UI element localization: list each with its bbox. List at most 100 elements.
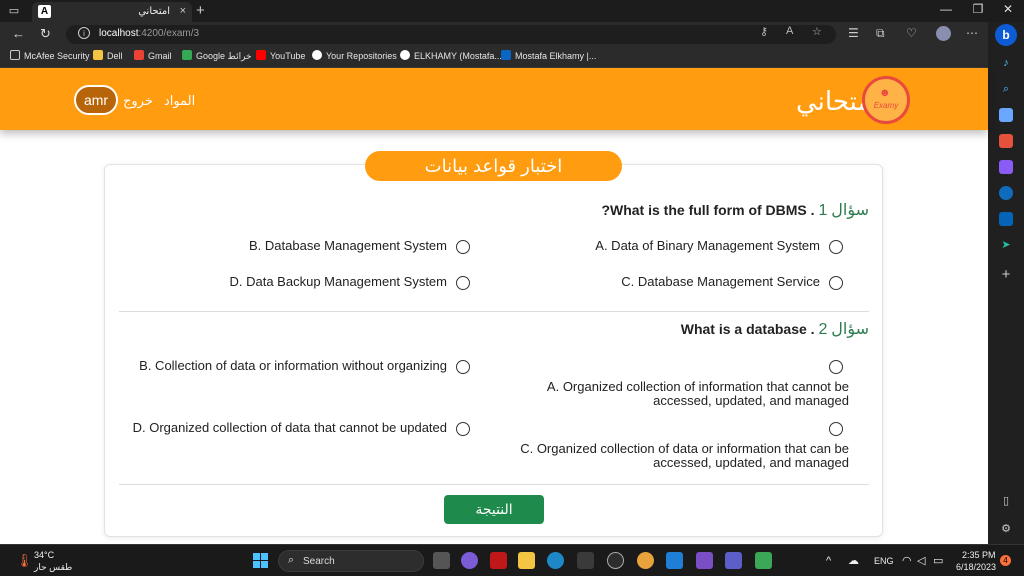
outlook-icon[interactable] <box>999 212 1013 226</box>
battery-icon[interactable]: ▭ <box>933 554 943 567</box>
copilot-icon[interactable] <box>999 186 1013 200</box>
bookmark-item[interactable]: Dell <box>93 50 123 61</box>
github-icon <box>312 50 322 60</box>
bookmark-item[interactable]: Your Repositories <box>312 50 397 61</box>
key-icon[interactable]: ⚷ <box>760 25 768 38</box>
new-tab-button[interactable]: + <box>196 2 205 19</box>
tab-close-icon[interactable]: × <box>180 5 186 17</box>
question-number: 2 <box>818 321 828 338</box>
q2-option-d-text: D. Organized collection of data that can… <box>132 420 447 435</box>
add-icon[interactable]: + <box>999 267 1013 282</box>
tag-icon[interactable] <box>999 108 1013 122</box>
chrome-icon[interactable] <box>637 552 654 569</box>
bookmark-item[interactable]: Gmail <box>134 50 172 61</box>
thermometer-icon[interactable]: 🌡 <box>16 553 33 569</box>
snipping-icon[interactable] <box>755 552 772 569</box>
edge-icon[interactable] <box>547 552 564 569</box>
q1-option-a-radio[interactable] <box>829 240 843 254</box>
notification-bell-icon[interactable]: ♪ <box>999 56 1013 70</box>
bookmarks-bar: McAfee Security Dell Gmail Google خرائط … <box>0 46 988 68</box>
teams-icon[interactable] <box>725 552 742 569</box>
sidebar-layout-icon[interactable]: ▯ <box>999 494 1013 508</box>
visual-studio-icon[interactable] <box>696 552 713 569</box>
volume-icon[interactable]: ◁ <box>917 554 925 567</box>
url-field[interactable]: i localhost:4200/exam/3 <box>66 25 836 44</box>
taskbar-search[interactable]: ⌕ Search <box>278 550 424 572</box>
result-button[interactable]: النتيجة <box>444 495 544 524</box>
back-arrow-icon[interactable]: ← <box>12 26 25 41</box>
question-1-heading: ?What is the full form of DBMS . 1 سؤال <box>601 200 869 220</box>
q1-option-c-text: C. Database Management Service <box>621 274 820 289</box>
question-text: ?What is the full form of DBMS . <box>601 202 815 218</box>
browser-tab[interactable]: A امتحاني × <box>32 2 192 22</box>
task-view-icon[interactable] <box>433 552 450 569</box>
nav-logout-link[interactable]: خروج <box>123 93 153 109</box>
dell-icon[interactable] <box>607 552 624 569</box>
settings-gear-icon[interactable]: ⚙ <box>999 522 1013 536</box>
refresh-icon[interactable]: ↻ <box>40 26 51 42</box>
bookmark-label: Your Repositories <box>326 51 397 61</box>
vscode-icon[interactable] <box>666 552 683 569</box>
search-icon[interactable]: ⌕ <box>999 82 1013 96</box>
nav-subjects-link[interactable]: المواد <box>164 93 195 109</box>
weather-temperature[interactable]: 34°C <box>34 550 54 560</box>
q2-option-a-radio[interactable] <box>829 360 843 374</box>
mcafee-icon[interactable] <box>490 552 507 569</box>
bookmark-item[interactable]: Google خرائط <box>182 50 252 62</box>
favorites-list-icon[interactable]: ☰ <box>848 26 859 40</box>
chat-icon[interactable] <box>461 552 478 569</box>
question-label: سؤال <box>831 202 869 219</box>
clock-date[interactable]: 6/18/2023 <box>956 562 996 572</box>
q1-option-b-radio[interactable] <box>456 240 470 254</box>
tab-title: امتحاني <box>138 6 170 17</box>
wifi-icon[interactable]: ◠ <box>902 554 912 567</box>
bookmark-label: Dell <box>107 51 123 61</box>
github-icon <box>400 50 410 60</box>
minimize-icon[interactable]: — <box>936 2 956 16</box>
logo-face-icon: ☻ <box>879 87 891 99</box>
weather-condition[interactable]: طقس حار <box>34 562 72 573</box>
youtube-icon <box>256 50 266 60</box>
more-menu-icon[interactable]: ⋯ <box>966 26 978 40</box>
q1-option-d-radio[interactable] <box>456 276 470 290</box>
bookmark-item[interactable]: Mostafa Elkhamy |... <box>501 50 596 61</box>
brand-logo[interactable]: ☻ Examy <box>862 76 910 124</box>
send-icon[interactable]: ➤ <box>999 238 1013 252</box>
exam-title: اختبار قواعد بيانات <box>365 151 622 181</box>
bookmark-item[interactable]: YouTube <box>256 50 305 61</box>
question-divider <box>119 311 869 312</box>
maximize-icon[interactable]: ❐ <box>968 2 988 16</box>
window-close-icon[interactable]: ✕ <box>998 2 1018 16</box>
notification-badge[interactable]: 4 <box>1000 555 1011 566</box>
favorite-star-icon[interactable]: ☆ <box>812 25 822 38</box>
site-info-icon[interactable]: i <box>78 27 90 39</box>
language-indicator[interactable]: ENG <box>874 556 894 566</box>
store-icon[interactable] <box>577 552 594 569</box>
tray-chevron-icon[interactable]: ^ <box>826 555 831 567</box>
gmail-icon <box>134 50 144 60</box>
bookmark-item[interactable]: ELKHAMY (Mostafa... <box>400 50 502 61</box>
question-label: سؤال <box>831 321 869 338</box>
q2-option-d-radio[interactable] <box>456 422 470 436</box>
bing-icon[interactable]: b <box>995 24 1017 46</box>
q2-option-c-radio[interactable] <box>829 422 843 436</box>
file-explorer-icon[interactable] <box>518 552 535 569</box>
profile-avatar[interactable] <box>936 26 951 41</box>
clock-time[interactable]: 2:35 PM <box>962 550 996 560</box>
collections-icon[interactable]: ⧉ <box>876 26 885 41</box>
search-magnifier-icon: ⌕ <box>288 554 295 566</box>
games-icon[interactable] <box>999 160 1013 174</box>
q2-option-b-radio[interactable] <box>456 360 470 374</box>
tools-icon[interactable] <box>999 134 1013 148</box>
q1-option-c-radio[interactable] <box>829 276 843 290</box>
start-button[interactable] <box>253 553 269 569</box>
url-host: localhost <box>99 28 139 39</box>
bookmark-label: Gmail <box>148 51 172 61</box>
read-aloud-icon[interactable]: A <box>786 25 793 37</box>
tab-actions-icon[interactable]: ▭ <box>6 3 22 19</box>
health-icon[interactable]: ♡ <box>906 26 917 40</box>
q2-option-c-text: C. Organized collection of data or infor… <box>520 441 849 470</box>
weather-tray-icon[interactable]: ☁ <box>848 554 859 567</box>
user-button[interactable]: amr <box>74 85 118 115</box>
bookmark-item[interactable]: McAfee Security <box>10 50 90 61</box>
